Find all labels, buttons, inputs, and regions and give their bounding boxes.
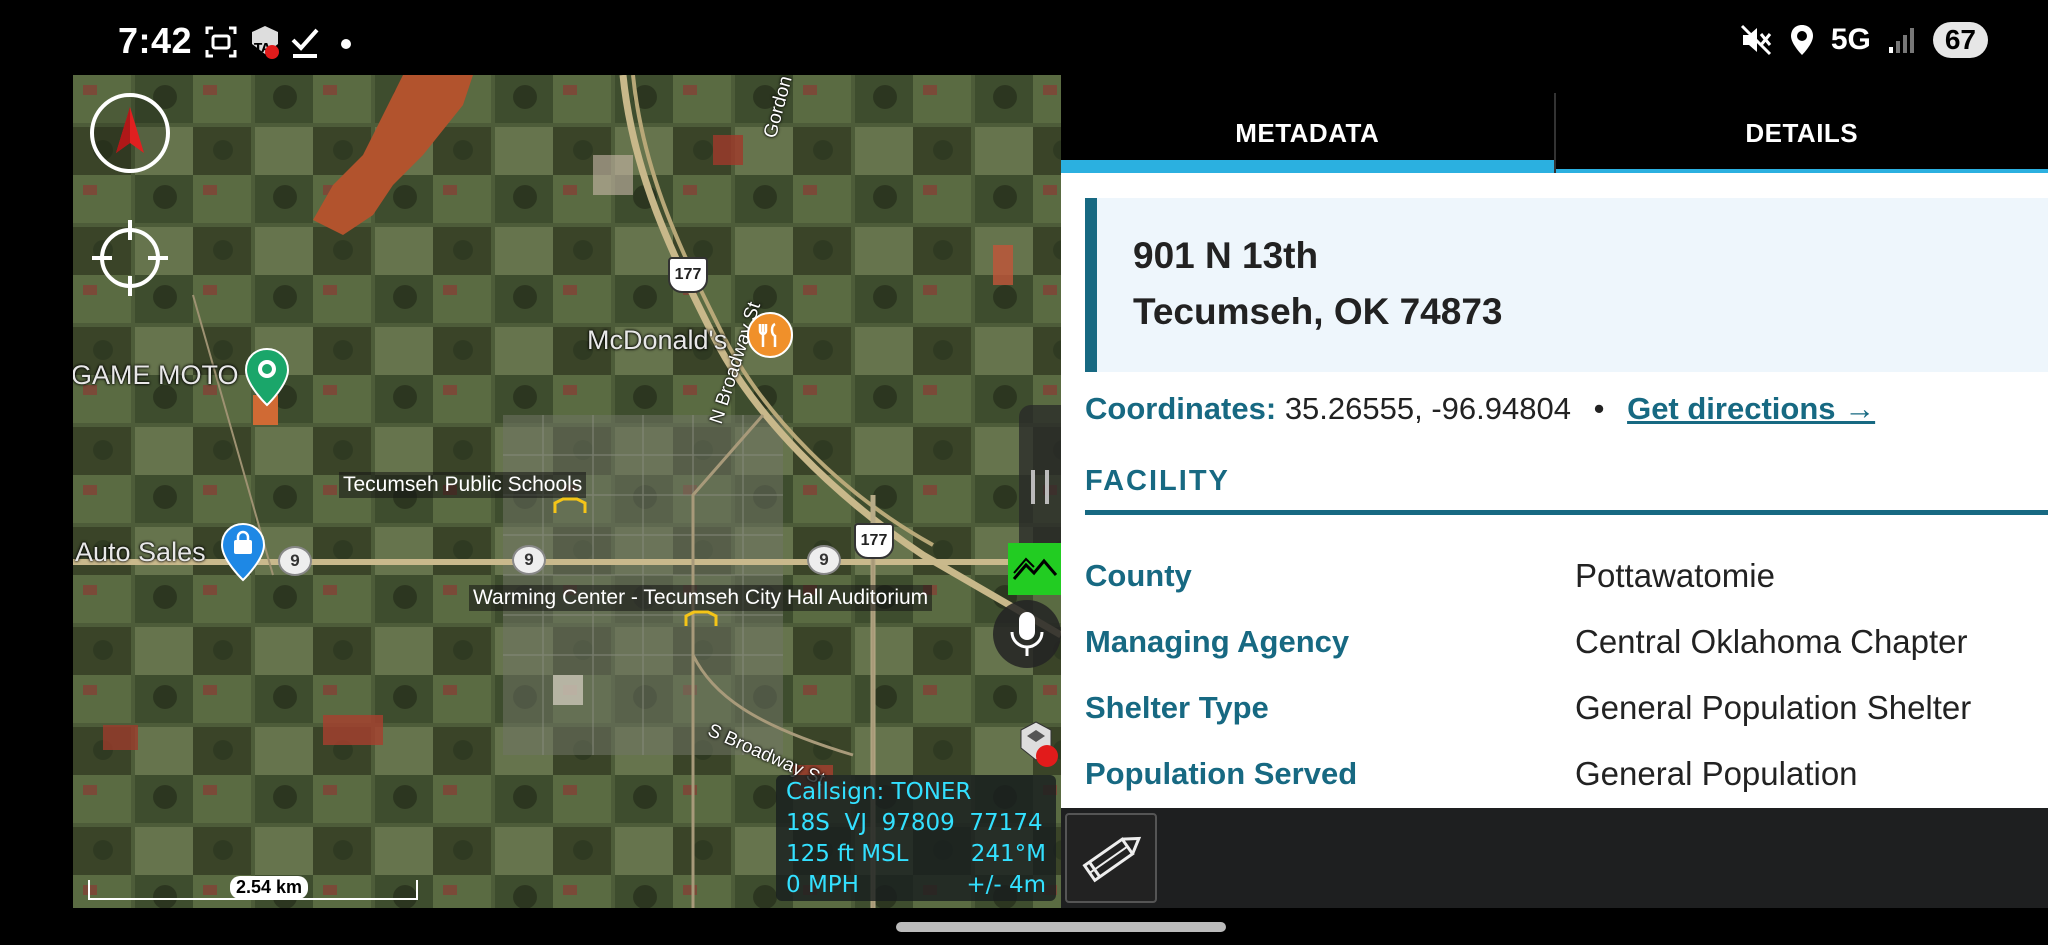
check-icon	[291, 28, 319, 58]
highway-177-shield: 177	[668, 257, 708, 293]
facility-value: Central Oklahoma Chapter	[1575, 623, 1968, 660]
route-9-shield: 9	[512, 545, 546, 575]
microphone-icon	[1010, 612, 1044, 656]
self-info-overlay: Callsign: TONER 18S VJ 97809 77174 125 f…	[776, 775, 1056, 901]
map-label-mcdonalds[interactable]: McDonald's	[587, 325, 727, 356]
table-row: Managing Agency Central Oklahoma Chapter	[1085, 609, 2048, 675]
voice-button[interactable]	[993, 600, 1061, 668]
facility-table: County Pottawatomie Managing Agency Cent…	[1085, 543, 2048, 807]
coordinates-value: 35.26555, -96.94804	[1284, 391, 1571, 426]
facility-key: Managing Agency	[1085, 624, 1350, 659]
home-gesture-handle[interactable]	[896, 922, 1226, 932]
screenshot-icon	[205, 26, 237, 58]
compass-button[interactable]	[90, 93, 170, 173]
tak-self-marker-icon[interactable]	[1011, 720, 1061, 770]
tab-metadata-label: METADATA	[1235, 117, 1380, 148]
coordinates-row: Coordinates: 35.26555, -96.94804 • Get d…	[1085, 391, 1875, 427]
poi-label-schools[interactable]: Tecumseh Public Schools	[339, 472, 587, 498]
route-9-shield: 9	[807, 545, 841, 575]
signal-icon	[1888, 28, 1914, 53]
battery-icon: 67	[1932, 22, 1988, 58]
pencil-icon	[1082, 836, 1142, 883]
address-line-2: Tecumseh, OK 74873	[1133, 291, 1503, 332]
facility-key: Shelter Type	[1085, 690, 1269, 725]
table-row: Shelter Type General Population Shelter	[1085, 675, 2048, 741]
mountain-icon	[1012, 557, 1058, 580]
poi-label-warming-center[interactable]: Warming Center - Tecumseh City Hall Audi…	[469, 585, 933, 611]
map-label-auto-sales[interactable]: Auto Sales	[75, 537, 206, 568]
speed-text: 0 MPH	[786, 872, 859, 898]
status-right: 5G 67	[1739, 22, 1988, 58]
get-directions-link[interactable]: Get directions →	[1627, 391, 1875, 426]
facility-key: County	[1085, 558, 1192, 593]
dot-icon	[341, 39, 351, 49]
north-arrow-icon	[116, 107, 144, 153]
park-pin-icon[interactable]	[243, 347, 291, 407]
mute-icon	[1740, 24, 1771, 56]
status-time: 7:42	[118, 20, 193, 61]
facility-value: General Population	[1575, 755, 1858, 792]
coordinates-label: Coordinates:	[1085, 391, 1277, 426]
facility-value: Pottawatomie	[1575, 557, 1775, 594]
accuracy-text: +/- 4m	[966, 872, 1046, 898]
tak-notification-icon: TA	[252, 26, 279, 59]
grip-icon	[1031, 470, 1049, 504]
location-icon	[1790, 25, 1813, 55]
tab-details[interactable]: DETAILS	[1555, 93, 2048, 173]
metadata-panel[interactable]: 901 N 13th Tecumseh, OK 74873 Coordinate…	[1061, 173, 2048, 808]
table-row: County Pottawatomie	[1085, 543, 2048, 609]
system-navigation-bar	[0, 908, 2048, 945]
facility-value: General Population Shelter	[1575, 689, 1972, 726]
table-row: Population Served General Population	[1085, 741, 2048, 807]
heading-text: 241°M	[970, 841, 1046, 867]
elevation-tool-button[interactable]	[1008, 543, 1061, 595]
shelter-marker-icon[interactable]	[553, 497, 587, 515]
grid-coordinates-text: 18S VJ 97809 77174	[786, 810, 1043, 836]
shelter-marker-icon[interactable]	[684, 610, 718, 628]
address-card: 901 N 13th Tecumseh, OK 74873	[1085, 198, 2048, 372]
locate-me-button[interactable]	[90, 218, 170, 298]
scale-label: 2.54 km	[230, 876, 309, 899]
facility-section-title: FACILITY	[1085, 465, 2048, 515]
separator-dot: •	[1593, 391, 1605, 426]
tab-details-label: DETAILS	[1745, 117, 1859, 148]
shop-pin-icon[interactable]	[219, 522, 267, 582]
network-type: 5G	[1830, 23, 1871, 56]
map-view[interactable]: Gordon Cooper D N Broadway St S Broadway…	[73, 75, 1061, 908]
bottom-toolbar	[1061, 808, 2048, 908]
edit-button[interactable]	[1065, 813, 1157, 903]
tab-metadata[interactable]: METADATA	[1061, 93, 1554, 173]
scale-bar: 2.54 km	[88, 876, 418, 900]
status-bar: 7:42 TA 5G 67	[0, 0, 2048, 75]
highway-177-shield: 177	[854, 523, 894, 559]
address-line-1: 901 N 13th	[1133, 235, 1319, 276]
detail-tabs: METADATA DETAILS	[1061, 93, 2048, 173]
map-label-game-moto[interactable]: GAME MOTO	[73, 360, 239, 391]
route-9-shield: 9	[278, 546, 312, 576]
facility-key: Population Served	[1085, 756, 1358, 791]
callsign-text: Callsign: TONER	[786, 779, 972, 805]
food-pin-icon[interactable]	[746, 311, 794, 359]
altitude-text: 125 ft MSL	[786, 841, 909, 867]
